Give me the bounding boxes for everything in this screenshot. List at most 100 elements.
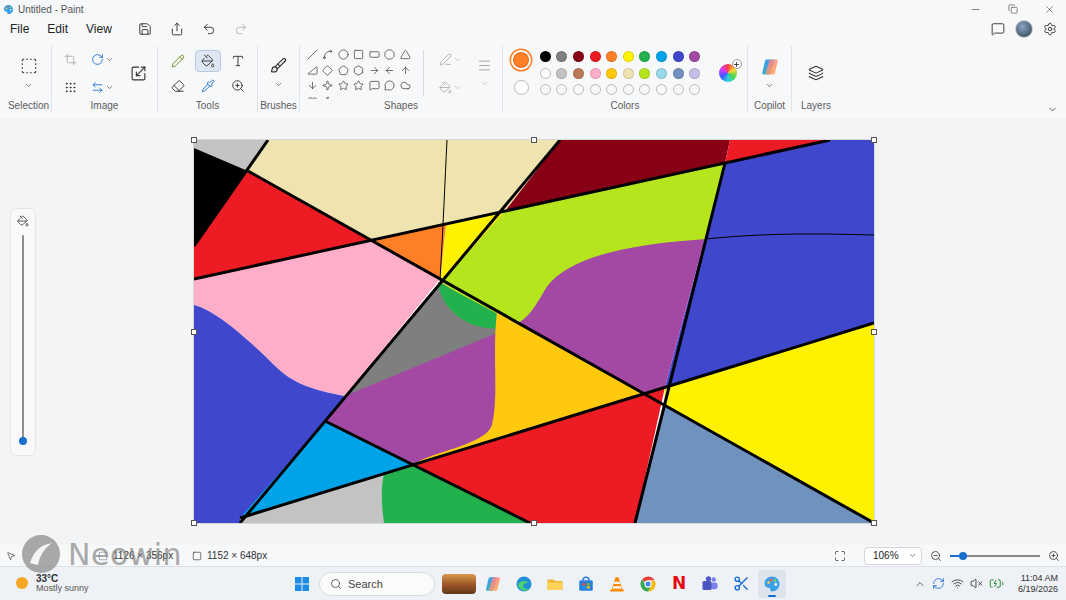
settings-button[interactable] [1038, 18, 1062, 40]
custom-color-slot[interactable] [656, 84, 667, 95]
picker-tool[interactable] [195, 75, 221, 97]
custom-color-slot[interactable] [623, 84, 634, 95]
shape-icon [307, 96, 318, 99]
custom-color-slot[interactable] [639, 84, 650, 95]
palette-swatch[interactable] [590, 51, 601, 62]
palette-swatch[interactable] [556, 51, 567, 62]
palette-swatch[interactable] [639, 51, 650, 62]
feedback-button[interactable] [986, 18, 1010, 40]
slider-thumb[interactable] [19, 437, 27, 445]
store-app[interactable] [572, 570, 600, 598]
copilot-button[interactable] [755, 51, 785, 95]
custom-color-slot[interactable] [556, 84, 567, 95]
eraser-tool[interactable] [165, 75, 191, 97]
taskbar-search[interactable]: Search [319, 572, 435, 596]
share-button[interactable] [162, 18, 192, 40]
paint-app[interactable] [758, 570, 786, 598]
outline-button[interactable] [434, 48, 468, 70]
weather-widget[interactable]: 33°CMostly sunny [0, 573, 288, 594]
explorer-app[interactable] [541, 570, 569, 598]
collapse-ribbon-button[interactable] [1042, 100, 1062, 118]
shape-fill-button[interactable] [434, 76, 468, 98]
crop-button[interactable] [58, 48, 84, 70]
palette-swatch[interactable] [673, 51, 684, 62]
resize-handle[interactable] [191, 137, 197, 143]
resize-handle[interactable] [871, 329, 877, 335]
search-highlight-picture[interactable] [442, 574, 476, 594]
magnifier-tool[interactable] [225, 75, 251, 97]
brushes-group-body [264, 46, 294, 100]
zoom-dropdown[interactable]: 106% [864, 547, 922, 565]
flip-button[interactable] [86, 76, 120, 98]
palette-swatch[interactable] [540, 68, 551, 79]
layers-button[interactable] [801, 58, 831, 88]
canvas[interactable] [194, 140, 874, 523]
text-tool[interactable] [225, 50, 251, 72]
palette-swatch[interactable] [573, 51, 584, 62]
custom-color-slot[interactable] [689, 84, 700, 95]
edit-colors-button[interactable] [719, 64, 737, 82]
palette-swatch[interactable] [590, 68, 601, 79]
brushes-button[interactable] [264, 51, 294, 95]
netflix-app[interactable]: N [665, 570, 693, 598]
remove-background-button[interactable] [58, 76, 84, 98]
account-avatar[interactable] [1015, 20, 1033, 38]
restore-button[interactable] [996, 0, 1029, 18]
vlc-app[interactable] [603, 570, 631, 598]
pencil-tool[interactable] [165, 50, 191, 72]
custom-color-slot[interactable] [540, 84, 551, 95]
start-button[interactable] [288, 570, 316, 598]
shape-icon [369, 49, 380, 60]
fill-tool[interactable] [195, 50, 221, 72]
resize-button[interactable] [126, 60, 152, 86]
custom-color-slot[interactable] [573, 84, 584, 95]
palette-swatch[interactable] [689, 51, 700, 62]
palette-swatch[interactable] [573, 68, 584, 79]
palette-swatch[interactable] [689, 68, 700, 79]
copilot-app[interactable] [479, 570, 507, 598]
current-color-swatch[interactable] [514, 80, 529, 95]
menu-item[interactable]: Edit [39, 19, 76, 39]
clock[interactable]: 11:04 AM6/19/2026 [1018, 573, 1058, 595]
resize-handle[interactable] [871, 137, 877, 143]
zoom-slider-thumb[interactable] [959, 552, 967, 560]
shape-size-button[interactable] [472, 51, 498, 95]
palette-swatch[interactable] [556, 68, 567, 79]
resize-handle[interactable] [191, 329, 197, 335]
share-icon [170, 22, 184, 36]
palette-swatch[interactable] [623, 51, 634, 62]
save-button[interactable] [130, 18, 160, 40]
menu-item[interactable]: File [2, 19, 37, 39]
custom-color-slot[interactable] [590, 84, 601, 95]
undo-button[interactable] [194, 18, 224, 40]
palette-swatch[interactable] [673, 68, 684, 79]
resize-handle[interactable] [531, 137, 537, 143]
resize-handle[interactable] [871, 520, 877, 526]
palette-swatch[interactable] [656, 68, 667, 79]
palette-swatch[interactable] [540, 51, 551, 62]
brush-size-slider[interactable] [22, 235, 24, 441]
close-button[interactable] [1033, 0, 1066, 18]
chrome-app[interactable] [634, 570, 662, 598]
palette-swatch[interactable] [606, 68, 617, 79]
current-color-swatch[interactable] [513, 52, 529, 68]
palette-swatch[interactable] [639, 68, 650, 79]
palette-swatch[interactable] [623, 68, 634, 79]
redo-button[interactable] [226, 18, 256, 40]
volume-muted-icon [970, 577, 983, 590]
rotate-button[interactable] [86, 48, 120, 70]
snipping-app[interactable] [727, 570, 755, 598]
minimize-button[interactable] [959, 0, 992, 18]
custom-color-slot[interactable] [606, 84, 617, 95]
resize-handle[interactable] [191, 520, 197, 526]
palette-swatch[interactable] [606, 51, 617, 62]
teams-app[interactable] [696, 570, 724, 598]
canvas-drawing[interactable] [194, 140, 874, 523]
selection-button[interactable] [13, 51, 45, 95]
resize-handle[interactable] [531, 520, 537, 526]
palette-swatch[interactable] [656, 51, 667, 62]
zoom-slider[interactable] [950, 555, 1040, 557]
edge-app[interactable] [510, 570, 538, 598]
custom-color-slot[interactable] [673, 84, 684, 95]
menu-item[interactable]: View [78, 19, 120, 39]
